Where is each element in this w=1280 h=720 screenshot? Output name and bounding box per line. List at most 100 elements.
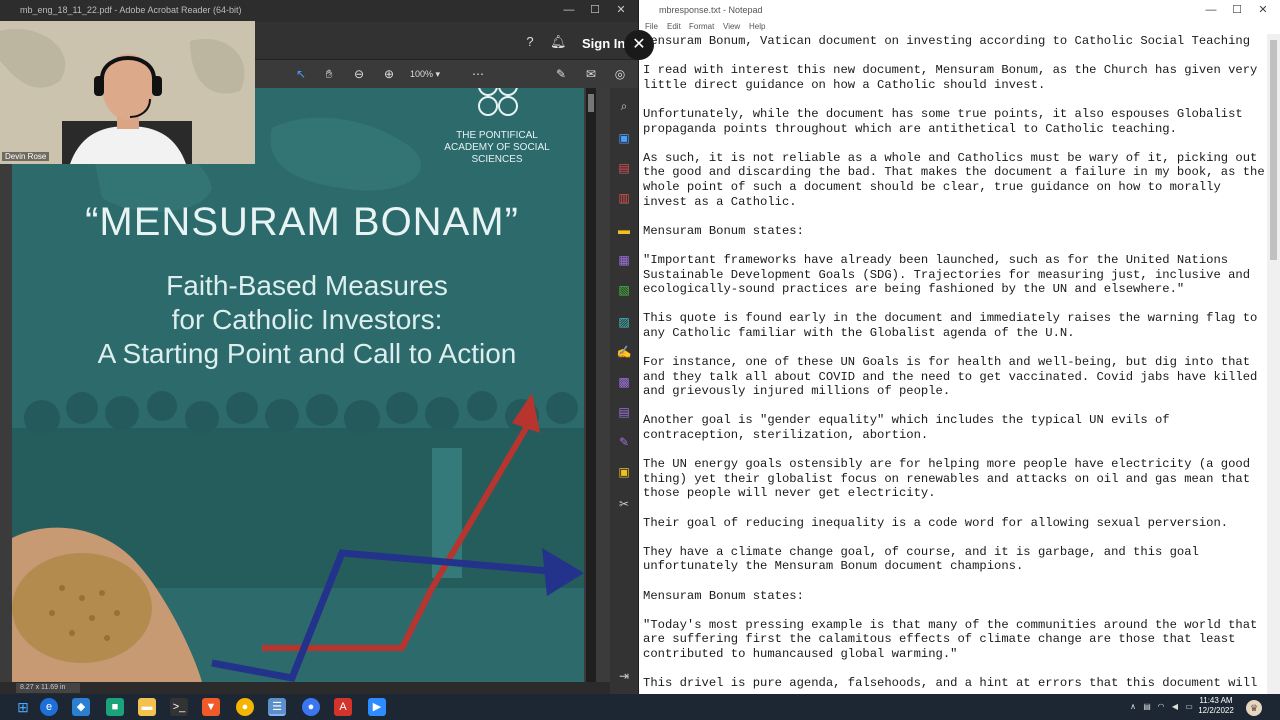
taskbar: ⊞ e ◆ ■ ▬ >_ ▼ ● ☰ ● A ▶ ∧ ▤ ◠ ◀ ▭ 11:43… (0, 694, 1280, 720)
notepad-paragraph: For instance, one of these UN Goals is f… (643, 355, 1258, 399)
fill-sign-icon[interactable]: ✍ (616, 344, 632, 360)
notepad-paragraph: They have a climate change goal, of cour… (643, 544, 1199, 574)
notepad-text-area[interactable]: Mensuram Bonum, Vatican document on inve… (643, 34, 1267, 694)
notepad-paragraph: "Important frameworks have already been … (643, 252, 1251, 297)
create-pdf-icon[interactable]: ▤ (616, 160, 632, 176)
notepad-paragraph: Their goal of reducing inequality is a c… (643, 515, 1229, 530)
app-green-icon[interactable]: ■ (106, 698, 124, 716)
bell-icon[interactable]: 🔔︎ (550, 34, 567, 50)
notepad-paragraph: Mensuram Bonum states: (643, 223, 804, 238)
close-overlay-button[interactable]: ✕ (624, 30, 654, 60)
notepad-menubar: File Edit Format View Help (639, 20, 1280, 34)
network-icon[interactable]: ▤ (1142, 702, 1152, 712)
zoom-in-icon[interactable]: ⊕ (381, 66, 397, 82)
notepad-paragraph: This drivel is pure agenda, falsehoods, … (643, 676, 1258, 691)
notepad-paragraph: Mensuram Bonum states: (643, 588, 804, 603)
webcam-name-label: Devin Rose (2, 152, 50, 161)
menu-view[interactable]: View (723, 22, 740, 31)
scan-icon[interactable]: ▨ (616, 314, 632, 330)
zoom-icon[interactable]: ▶ (368, 698, 386, 716)
comment-icon[interactable]: ✉ (583, 66, 599, 82)
notepad-titlebar: mbresponse.txt - Notepad — ☐ ✕ (639, 0, 1280, 20)
more-tools-icon[interactable]: ⋯ (470, 66, 486, 82)
file-explorer-icon[interactable]: ▬ (138, 698, 156, 716)
minimize-button[interactable]: — (1204, 3, 1218, 17)
pdf-org-line: ACADEMY OF SOCIAL (444, 142, 550, 153)
collapse-panel-icon[interactable]: ⇥ (616, 668, 632, 684)
close-window-button[interactable]: ✕ (614, 3, 628, 17)
tray-date: 12/2/2022 (1198, 706, 1234, 715)
zoom-level-value: 100% (410, 69, 434, 79)
help-icon[interactable]: ? (522, 34, 538, 50)
chrome-icon[interactable]: ● (236, 698, 254, 716)
acrobat-statusbar: 8.27 x 11.69 in (0, 682, 610, 694)
organize-pages-icon[interactable]: ▧ (616, 282, 632, 298)
notepad-paragraph: This quote is found early in the documen… (643, 311, 1258, 340)
notepad-paragraph: The UN energy goals ostensibly are for h… (643, 457, 1251, 501)
pdf-scrollbar-thumb[interactable] (588, 94, 594, 112)
select-cursor-icon[interactable]: ↖ (293, 66, 309, 82)
pdf-organization-name: THE PONTIFICAL ACADEMY OF SOCIAL SCIENCE… (422, 130, 572, 166)
brave-icon[interactable]: ▼ (202, 698, 220, 716)
notepad-paragraph: Another goal is "gender equality" which … (643, 413, 1170, 443)
notepad-paragraph: As such, it is not reliable as a whole a… (643, 150, 1265, 209)
notepad-paragraph: "Today's most pressing example is that m… (643, 617, 1258, 661)
volume-icon[interactable]: ◀ (1170, 702, 1180, 712)
notepad-window-title: mbresponse.txt - Notepad (659, 5, 763, 15)
pdf-subtitle-line: A Starting Point and Call to Action (97, 338, 517, 369)
wifi-icon[interactable]: ◠ (1156, 702, 1166, 712)
terminal-icon[interactable]: >_ (170, 698, 188, 716)
notepad-paragraph: I read with interest this new document, … (643, 63, 1258, 92)
notepad-scrollbar-thumb[interactable] (1270, 40, 1277, 260)
combine-files-icon[interactable]: ▦ (616, 252, 632, 268)
zoom-level-dropdown[interactable]: 100% ▾ (410, 66, 456, 82)
pdf-page: THE PONTIFICAL ACADEMY OF SOCIAL SCIENCE… (12, 88, 584, 682)
pdf-cover-illustration (12, 88, 584, 682)
desktop: mb_eng_18_11_22.pdf - Adobe Acrobat Read… (0, 0, 1280, 720)
menu-edit[interactable]: Edit (667, 22, 681, 31)
sign-in-button[interactable]: Sign In (582, 36, 625, 51)
pdf-subtitle-line: for Catholic Investors: (171, 304, 443, 335)
pdf-scrollbar[interactable] (586, 88, 596, 682)
hand-tool-icon[interactable]: ✋︎ (321, 66, 337, 82)
maximize-button[interactable]: ☐ (1230, 3, 1244, 17)
signal-icon[interactable]: ● (302, 698, 320, 716)
maximize-button[interactable]: ☐ (588, 3, 602, 17)
menu-help[interactable]: Help (749, 22, 765, 31)
battery-icon[interactable]: ▭ (1184, 702, 1194, 712)
acrobat-titlebar: mb_eng_18_11_22.pdf - Adobe Acrobat Read… (0, 0, 638, 22)
notepad-taskbar-icon[interactable]: ☰ (268, 698, 286, 716)
notepad-window: mbresponse.txt - Notepad — ☐ ✕ File Edit… (639, 0, 1280, 694)
pdf-viewport[interactable]: THE PONTIFICAL ACADEMY OF SOCIAL SCIENCE… (0, 88, 610, 682)
webcam-overlay: Devin Rose (0, 21, 255, 164)
minimize-button[interactable]: — (562, 3, 576, 17)
acrobat-taskbar-icon[interactable]: A (334, 698, 352, 716)
compare-files-icon[interactable]: ▣ (616, 464, 632, 480)
start-icon[interactable]: ⊞ (14, 698, 32, 716)
edit-pdf-icon[interactable]: ▥ (616, 190, 632, 206)
comment-tool-icon[interactable]: ▬ (616, 222, 632, 238)
acrobat-window-title: mb_eng_18_11_22.pdf - Adobe Acrobat Read… (20, 5, 242, 15)
search-icon[interactable]: e (40, 698, 58, 716)
tray-chevron-icon[interactable]: ∧ (1128, 702, 1138, 712)
menu-file[interactable]: File (645, 22, 658, 31)
pdf-title: “MENSURAM BONAM” (85, 200, 519, 244)
more-tools-sidebar-icon[interactable]: ✂ (616, 496, 632, 512)
tray-clock[interactable]: 11:43 AM 12/2/2022 (1196, 696, 1236, 716)
tray-time: 11:43 AM (1199, 696, 1233, 705)
lion-watermark-icon: ♛ (1246, 700, 1262, 716)
search-icon[interactable]: ⌕ (616, 98, 632, 114)
notepad-paragraph: Mensuram Bonum, Vatican document on inve… (643, 34, 1251, 48)
draw-icon[interactable]: ✎ (553, 66, 569, 82)
protect-icon[interactable]: ▩ (616, 374, 632, 390)
close-window-button[interactable]: ✕ (1256, 3, 1270, 17)
vscode-icon[interactable]: ◆ (72, 698, 90, 716)
notepad-paragraph: Unfortunately, while the document has so… (643, 106, 1243, 136)
menu-format[interactable]: Format (689, 22, 714, 31)
redact-icon[interactable]: ✎ (616, 434, 632, 450)
zoom-out-icon[interactable]: ⊖ (351, 66, 367, 82)
pdf-subtitle-line: Faith-Based Measures (166, 270, 448, 301)
export-pdf-icon[interactable]: ▣ (616, 130, 632, 146)
request-signature-icon[interactable]: ▤ (616, 404, 632, 420)
share-icon[interactable]: ◎ (612, 66, 628, 82)
